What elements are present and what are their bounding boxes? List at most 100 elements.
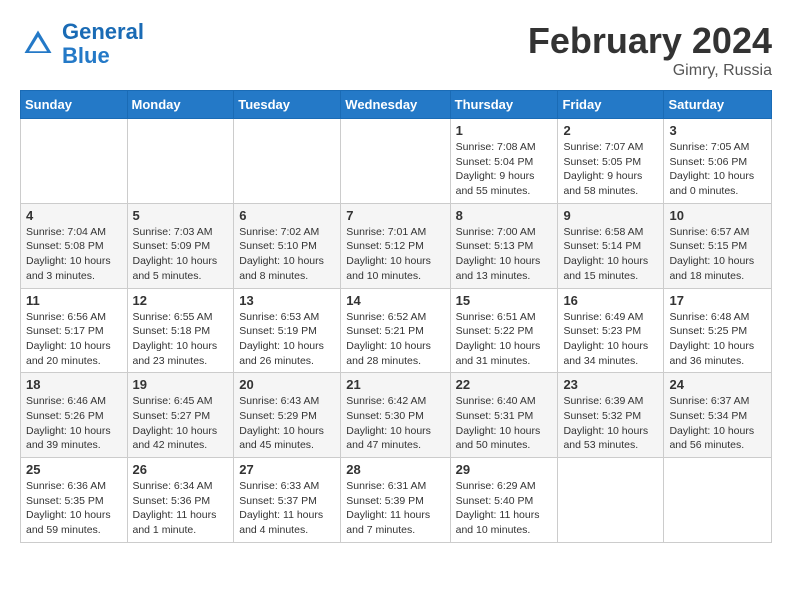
day-info: Sunrise: 6:34 AMSunset: 5:36 PMDaylight:… bbox=[133, 479, 229, 538]
day-info: Sunrise: 7:07 AMSunset: 5:05 PMDaylight:… bbox=[563, 140, 658, 199]
day-number: 14 bbox=[346, 293, 444, 308]
calendar-week-1: 1 Sunrise: 7:08 AMSunset: 5:04 PMDaylight… bbox=[21, 119, 772, 204]
day-number: 18 bbox=[26, 377, 122, 392]
calendar-cell: 15 Sunrise: 6:51 AMSunset: 5:22 PMDayligh… bbox=[450, 288, 558, 373]
day-number: 20 bbox=[239, 377, 335, 392]
calendar-cell: 6 Sunrise: 7:02 AMSunset: 5:10 PMDaylight… bbox=[234, 203, 341, 288]
calendar-cell: 19 Sunrise: 6:45 AMSunset: 5:27 PMDayligh… bbox=[127, 373, 234, 458]
day-info: Sunrise: 6:31 AMSunset: 5:39 PMDaylight:… bbox=[346, 479, 444, 538]
calendar-cell: 25Sunrise: 6:36 AMSunset: 5:35 PMDayligh… bbox=[21, 458, 128, 543]
calendar-week-2: 4 Sunrise: 7:04 AMSunset: 5:08 PMDaylight… bbox=[21, 203, 772, 288]
calendar-cell: 18 Sunrise: 6:46 AMSunset: 5:26 PMDayligh… bbox=[21, 373, 128, 458]
day-number: 10 bbox=[669, 208, 766, 223]
calendar-cell: 11 Sunrise: 6:56 AMSunset: 5:17 PMDayligh… bbox=[21, 288, 128, 373]
col-thursday: Thursday bbox=[450, 91, 558, 119]
day-number: 26 bbox=[133, 462, 229, 477]
logo: General Blue bbox=[20, 20, 144, 68]
day-info: Sunrise: 6:40 AMSunset: 5:31 PMDaylight:… bbox=[456, 394, 553, 453]
calendar-cell: 10 Sunrise: 6:57 AMSunset: 5:15 PMDayligh… bbox=[664, 203, 772, 288]
calendar-cell: 27 Sunrise: 6:33 AMSunset: 5:37 PMDayligh… bbox=[234, 458, 341, 543]
day-number: 16 bbox=[563, 293, 658, 308]
calendar-cell: 13 Sunrise: 6:53 AMSunset: 5:19 PMDayligh… bbox=[234, 288, 341, 373]
day-info: Sunrise: 6:58 AMSunset: 5:14 PMDaylight:… bbox=[563, 225, 658, 284]
day-info: Sunrise: 6:43 AMSunset: 5:29 PMDaylight:… bbox=[239, 394, 335, 453]
calendar-cell: 3 Sunrise: 7:05 AMSunset: 5:06 PMDaylight… bbox=[664, 119, 772, 204]
day-info: Sunrise: 6:39 AMSunset: 5:32 PMDaylight:… bbox=[563, 394, 658, 453]
calendar-cell: 1 Sunrise: 7:08 AMSunset: 5:04 PMDaylight… bbox=[450, 119, 558, 204]
day-info: Sunrise: 6:57 AMSunset: 5:15 PMDaylight:… bbox=[669, 225, 766, 284]
calendar-cell bbox=[127, 119, 234, 204]
day-number: 23 bbox=[563, 377, 658, 392]
day-number: 11 bbox=[26, 293, 122, 308]
day-info: Sunrise: 6:53 AMSunset: 5:19 PMDaylight:… bbox=[239, 310, 335, 369]
calendar-cell: 17Sunrise: 6:48 AMSunset: 5:25 PMDayligh… bbox=[664, 288, 772, 373]
day-info: Sunrise: 6:51 AMSunset: 5:22 PMDaylight:… bbox=[456, 310, 553, 369]
calendar-cell: 9 Sunrise: 6:58 AMSunset: 5:14 PMDaylight… bbox=[558, 203, 664, 288]
location: Gimry, Russia bbox=[528, 62, 772, 80]
day-number: 7 bbox=[346, 208, 444, 223]
calendar-cell bbox=[234, 119, 341, 204]
day-number: 21 bbox=[346, 377, 444, 392]
day-number: 4 bbox=[26, 208, 122, 223]
calendar-cell: 16 Sunrise: 6:49 AMSunset: 5:23 PMDayligh… bbox=[558, 288, 664, 373]
calendar-week-4: 18 Sunrise: 6:46 AMSunset: 5:26 PMDayligh… bbox=[21, 373, 772, 458]
day-info: Sunrise: 7:03 AMSunset: 5:09 PMDaylight:… bbox=[133, 225, 229, 284]
day-number: 22 bbox=[456, 377, 553, 392]
col-tuesday: Tuesday bbox=[234, 91, 341, 119]
day-number: 9 bbox=[563, 208, 658, 223]
col-monday: Monday bbox=[127, 91, 234, 119]
header-row: Sunday Monday Tuesday Wednesday Thursday… bbox=[21, 91, 772, 119]
day-number: 1 bbox=[456, 123, 553, 138]
day-info: Sunrise: 6:48 AMSunset: 5:25 PMDaylight:… bbox=[669, 310, 766, 369]
calendar-cell: 5 Sunrise: 7:03 AMSunset: 5:09 PMDaylight… bbox=[127, 203, 234, 288]
page-header: General Blue February 2024 Gimry, Russia bbox=[20, 20, 772, 80]
day-number: 3 bbox=[669, 123, 766, 138]
day-number: 8 bbox=[456, 208, 553, 223]
day-info: Sunrise: 6:42 AMSunset: 5:30 PMDaylight:… bbox=[346, 394, 444, 453]
day-info: Sunrise: 7:02 AMSunset: 5:10 PMDaylight:… bbox=[239, 225, 335, 284]
calendar-cell bbox=[21, 119, 128, 204]
logo-general: General bbox=[62, 19, 144, 44]
calendar-cell: 20 Sunrise: 6:43 AMSunset: 5:29 PMDayligh… bbox=[234, 373, 341, 458]
day-number: 6 bbox=[239, 208, 335, 223]
logo-icon bbox=[20, 26, 56, 62]
day-number: 13 bbox=[239, 293, 335, 308]
day-info: Sunrise: 6:49 AMSunset: 5:23 PMDaylight:… bbox=[563, 310, 658, 369]
calendar-cell: 23 Sunrise: 6:39 AMSunset: 5:32 PMDayligh… bbox=[558, 373, 664, 458]
day-number: 28 bbox=[346, 462, 444, 477]
day-number: 2 bbox=[563, 123, 658, 138]
calendar-cell bbox=[558, 458, 664, 543]
day-number: 19 bbox=[133, 377, 229, 392]
calendar-cell: 22 Sunrise: 6:40 AMSunset: 5:31 PMDayligh… bbox=[450, 373, 558, 458]
day-info: Sunrise: 7:08 AMSunset: 5:04 PMDaylight:… bbox=[456, 140, 553, 199]
day-info: Sunrise: 6:33 AMSunset: 5:37 PMDaylight:… bbox=[239, 479, 335, 538]
day-info: Sunrise: 6:36 AMSunset: 5:35 PMDaylight:… bbox=[26, 479, 122, 538]
calendar-cell: 2 Sunrise: 7:07 AMSunset: 5:05 PMDaylight… bbox=[558, 119, 664, 204]
col-saturday: Saturday bbox=[664, 91, 772, 119]
day-number: 15 bbox=[456, 293, 553, 308]
day-info: Sunrise: 6:46 AMSunset: 5:26 PMDaylight:… bbox=[26, 394, 122, 453]
day-info: Sunrise: 6:56 AMSunset: 5:17 PMDaylight:… bbox=[26, 310, 122, 369]
day-info: Sunrise: 6:29 AMSunset: 5:40 PMDaylight:… bbox=[456, 479, 553, 538]
calendar-cell: 8 Sunrise: 7:00 AMSunset: 5:13 PMDaylight… bbox=[450, 203, 558, 288]
day-info: Sunrise: 6:55 AMSunset: 5:18 PMDaylight:… bbox=[133, 310, 229, 369]
title-block: February 2024 Gimry, Russia bbox=[528, 20, 772, 80]
col-friday: Friday bbox=[558, 91, 664, 119]
calendar-cell bbox=[341, 119, 450, 204]
calendar-week-3: 11 Sunrise: 6:56 AMSunset: 5:17 PMDayligh… bbox=[21, 288, 772, 373]
day-info: Sunrise: 7:04 AMSunset: 5:08 PMDaylight:… bbox=[26, 225, 122, 284]
day-info: Sunrise: 6:52 AMSunset: 5:21 PMDaylight:… bbox=[346, 310, 444, 369]
calendar-cell: 24Sunrise: 6:37 AMSunset: 5:34 PMDayligh… bbox=[664, 373, 772, 458]
day-number: 27 bbox=[239, 462, 335, 477]
logo-blue: Blue bbox=[62, 43, 110, 68]
month-title: February 2024 bbox=[528, 20, 772, 62]
calendar-cell: 7 Sunrise: 7:01 AMSunset: 5:12 PMDaylight… bbox=[341, 203, 450, 288]
day-number: 5 bbox=[133, 208, 229, 223]
day-info: Sunrise: 7:01 AMSunset: 5:12 PMDaylight:… bbox=[346, 225, 444, 284]
calendar-cell: 12Sunrise: 6:55 AMSunset: 5:18 PMDayligh… bbox=[127, 288, 234, 373]
day-info: Sunrise: 6:45 AMSunset: 5:27 PMDaylight:… bbox=[133, 394, 229, 453]
day-info: Sunrise: 7:05 AMSunset: 5:06 PMDaylight:… bbox=[669, 140, 766, 199]
calendar-cell: 4 Sunrise: 7:04 AMSunset: 5:08 PMDaylight… bbox=[21, 203, 128, 288]
calendar-cell: 26 Sunrise: 6:34 AMSunset: 5:36 PMDayligh… bbox=[127, 458, 234, 543]
day-info: Sunrise: 7:00 AMSunset: 5:13 PMDaylight:… bbox=[456, 225, 553, 284]
